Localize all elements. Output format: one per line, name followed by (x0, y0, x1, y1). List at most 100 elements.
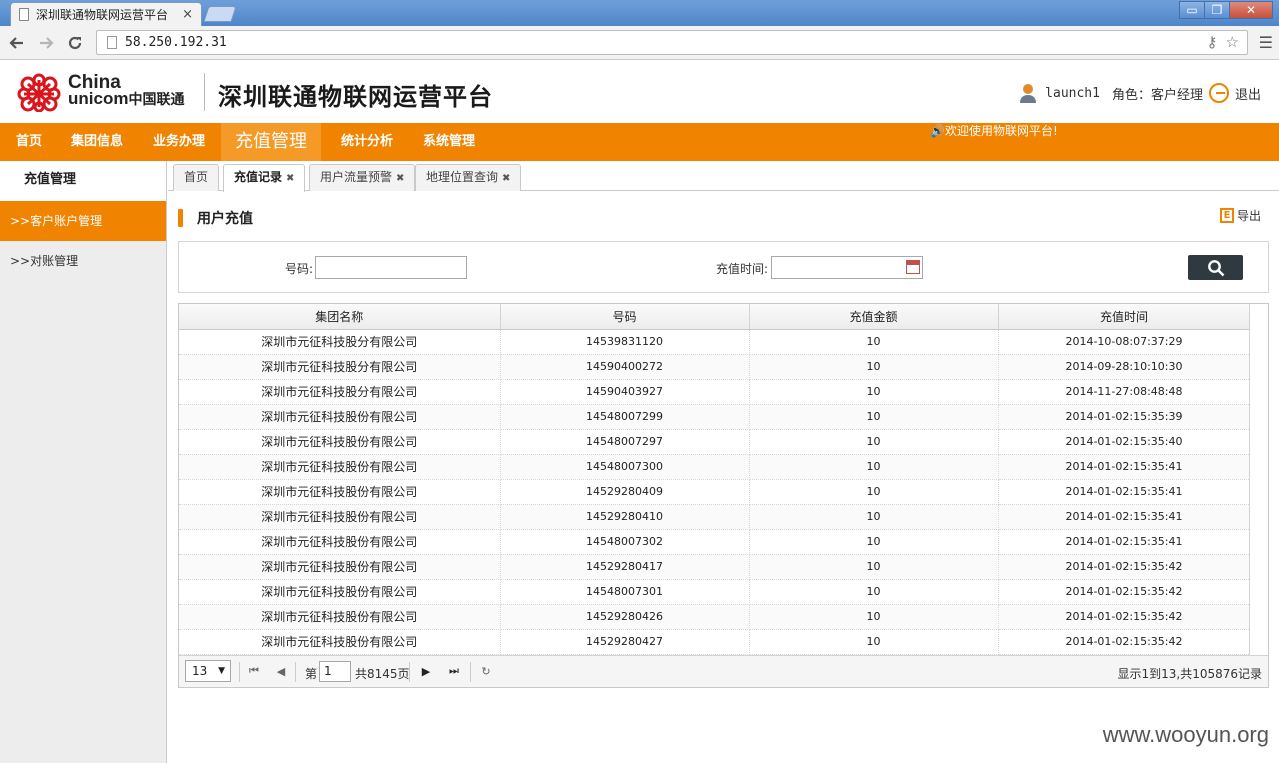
nav-recharge[interactable]: 充值管理 (221, 123, 321, 161)
table-row[interactable]: 深圳市元征科技股份有限公司 14548007299 10 2014-01-02:15:… (179, 404, 1251, 430)
table-cell: 深圳市元征科技股份有限公司 (179, 479, 501, 505)
minimize-button[interactable]: ▭ (1179, 1, 1205, 19)
nav-home[interactable]: 首页 (16, 123, 42, 161)
logo-line2: unicom (68, 89, 129, 108)
table-cell: 深圳市元征科技股分有限公司 (179, 379, 501, 405)
table-cell: 2014-01-02:15:35:42 (998, 579, 1251, 605)
close-icon[interactable]: ✖ (396, 173, 404, 184)
browser-tab[interactable]: 深圳联通物联网运营平台 × (10, 2, 202, 26)
user-info: launch1 角色：客户经理 退出 (1019, 83, 1261, 103)
key-icon[interactable]: ⚷ (1207, 33, 1218, 51)
recharge-time-input[interactable] (771, 256, 923, 279)
tab-location-query[interactable]: 地理位置查询 ✖ (415, 164, 522, 191)
table-row[interactable]: 深圳市元征科技股份有限公司 14548007300 10 2014-01-02:15:… (179, 454, 1251, 480)
tab-recharge-records[interactable]: 充值记录 ✖ (223, 164, 306, 192)
close-icon[interactable]: ✖ (502, 173, 510, 184)
table-cell: 14548007297 (500, 429, 750, 455)
table-row[interactable]: 深圳市元征科技股分有限公司 14590403927 10 2014-11-27:08:… (179, 379, 1251, 405)
export-button[interactable]: E 导出 (1219, 207, 1261, 224)
restore-button[interactable]: ❐ (1204, 1, 1230, 19)
user-icon (1020, 84, 1037, 103)
refresh-icon[interactable]: ↻ (478, 663, 494, 679)
table-row[interactable]: 深圳市元征科技股份有限公司 14529280427 10 2014-01-02:15:… (179, 629, 1251, 655)
table-cell: 14590403927 (500, 379, 750, 405)
column-header[interactable]: 集团名称 (179, 304, 501, 330)
export-icon: E (1219, 208, 1234, 223)
tab-close-icon[interactable]: × (182, 7, 193, 22)
tab-label: 地理位置查询 (426, 170, 499, 184)
page-size-select[interactable]: 13 ▼ (185, 660, 231, 682)
divider (295, 662, 296, 682)
search-button[interactable] (1188, 255, 1243, 280)
table-cell: 2014-01-02:15:35:40 (998, 429, 1251, 455)
table-row[interactable]: 深圳市元征科技股份有限公司 14548007297 10 2014-01-02:15:… (179, 429, 1251, 455)
nav-statistics[interactable]: 统计分析 (341, 123, 393, 161)
forward-icon[interactable] (35, 32, 57, 54)
menu-icon[interactable]: ☰ (1259, 33, 1273, 52)
sidebar-item-customer-account[interactable]: >>客户账户管理 (0, 201, 166, 241)
page-number-input[interactable]: 1 (319, 661, 351, 682)
next-page-icon[interactable]: ▶ (418, 663, 434, 679)
close-icon[interactable]: ✖ (286, 173, 294, 184)
address-bar[interactable]: 58.250.192.31 ⚷ ☆ (96, 30, 1248, 55)
table-cell: 10 (749, 604, 999, 630)
number-input[interactable] (315, 256, 467, 279)
table-cell: 10 (749, 329, 999, 355)
back-icon[interactable] (6, 32, 28, 54)
table-row[interactable]: 深圳市元征科技股份有限公司 14529280426 10 2014-01-02:15:… (179, 604, 1251, 630)
table-cell: 14590400272 (500, 354, 750, 380)
page-size-value: 13 (192, 664, 208, 678)
table-cell: 10 (749, 429, 999, 455)
nav-system[interactable]: 系统管理 (423, 123, 475, 161)
url-text[interactable]: 58.250.192.31 (125, 35, 227, 50)
sidebar-item-reconciliation[interactable]: >>对账管理 (0, 241, 166, 281)
table-row[interactable]: 深圳市元征科技股份有限公司 14529280417 10 2014-01-02:15:… (179, 554, 1251, 580)
column-header[interactable]: 充值金额 (749, 304, 999, 330)
table-cell: 深圳市元征科技股份有限公司 (179, 629, 501, 655)
browser-toolbar: 58.250.192.31 ⚷ ☆ ☰ (0, 26, 1279, 60)
column-header[interactable]: 充值时间 (998, 304, 1251, 330)
table-row[interactable]: 深圳市元征科技股份有限公司 14529280409 10 2014-01-02:15:… (179, 479, 1251, 505)
new-tab-button[interactable] (203, 6, 237, 22)
table-cell: 10 (749, 454, 999, 480)
star-icon[interactable]: ☆ (1226, 33, 1239, 51)
first-page-icon[interactable]: ⏮ (246, 663, 262, 679)
table-cell: 深圳市元征科技股分有限公司 (179, 354, 501, 380)
tab-label: 充值记录 (234, 170, 283, 184)
calendar-icon[interactable] (906, 260, 920, 274)
table-cell: 2014-01-02:15:35:42 (998, 629, 1251, 655)
reload-icon[interactable] (64, 32, 86, 54)
table-cell: 深圳市元征科技股份有限公司 (179, 504, 501, 530)
table-cell: 10 (749, 404, 999, 430)
table-cell: 深圳市元征科技股分有限公司 (179, 329, 501, 355)
table-cell: 10 (749, 579, 999, 605)
column-header[interactable]: 号码 (500, 304, 750, 330)
logo-wordmark: China unicom中国联通 (68, 73, 184, 108)
table-row[interactable]: 深圳市元征科技股份有限公司 14548007301 10 2014-01-02:15:… (179, 579, 1251, 605)
last-page-icon[interactable]: ⏭ (446, 663, 462, 679)
logout-link[interactable]: 退出 (1235, 84, 1261, 103)
close-window-button[interactable]: ✕ (1229, 1, 1273, 19)
page-title: 用户充值 (197, 211, 253, 227)
table-row[interactable]: 深圳市元征科技股份有限公司 14548007302 10 2014-01-02:15:… (179, 529, 1251, 555)
nav-business[interactable]: 业务办理 (153, 123, 205, 161)
table-cell: 2014-01-02:15:35:41 (998, 479, 1251, 505)
table-cell: 14529280427 (500, 629, 750, 655)
logout-icon[interactable] (1208, 83, 1229, 103)
table-row[interactable]: 深圳市元征科技股分有限公司 14590400272 10 2014-09-28:10:… (179, 354, 1251, 380)
table-cell: 14529280409 (500, 479, 750, 505)
table-cell: 2014-01-02:15:35:42 (998, 604, 1251, 630)
table-cell: 10 (749, 379, 999, 405)
scrollbar[interactable] (1249, 304, 1268, 655)
tab-traffic-alert[interactable]: 用户流量预警 ✖ (309, 164, 416, 191)
table-row[interactable]: 深圳市元征科技股份有限公司 14529280410 10 2014-01-02:15:… (179, 504, 1251, 530)
table-row[interactable]: 深圳市元征科技股分有限公司 14539831120 10 2014-10-08:07:… (179, 329, 1251, 355)
content-tabs: 首页 充值记录 ✖ 用户流量预警 ✖ 地理位置查询 ✖ (168, 161, 1279, 192)
table-cell: 10 (749, 529, 999, 555)
divider (239, 662, 240, 682)
nav-group-info[interactable]: 集团信息 (71, 123, 123, 161)
prev-page-icon[interactable]: ◀ (273, 663, 289, 679)
watermark: www.wooyun.org (1102, 722, 1269, 747)
tab-home[interactable]: 首页 (173, 164, 220, 191)
table-cell: 2014-01-02:15:35:42 (998, 554, 1251, 580)
